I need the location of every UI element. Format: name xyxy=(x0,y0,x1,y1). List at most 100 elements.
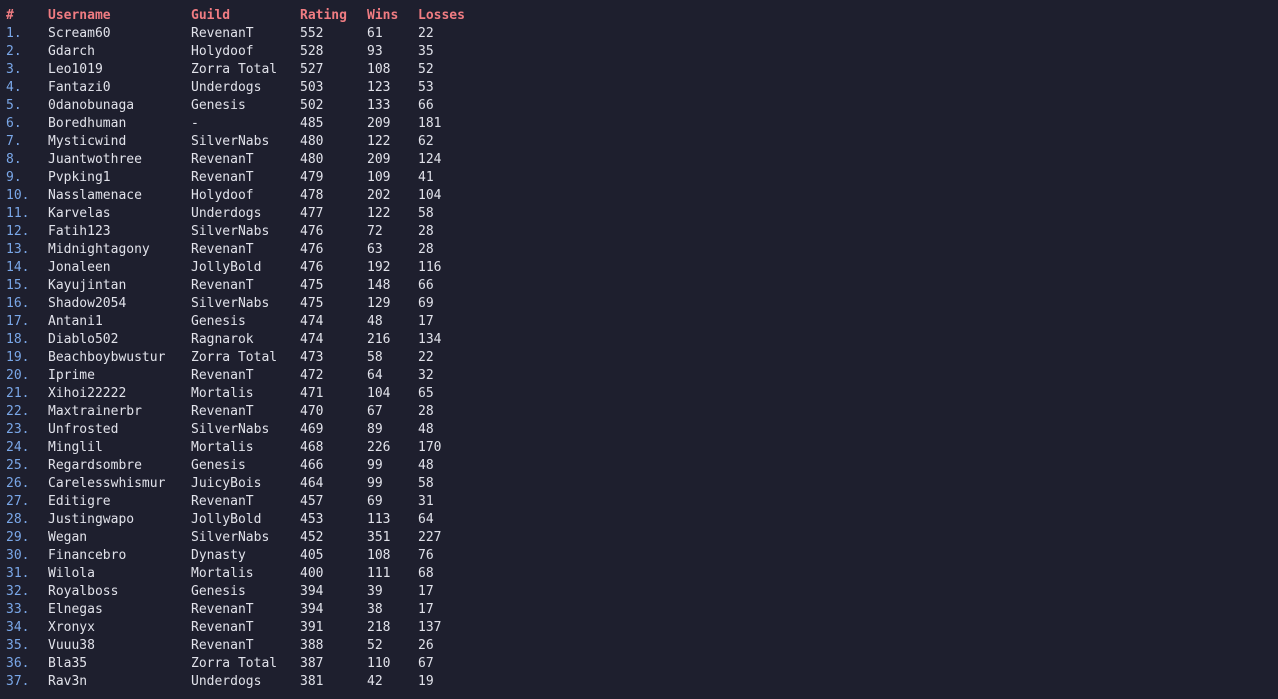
table-row: 36. Bla35 Zorra Total 387 110 67 xyxy=(6,655,478,673)
wins-cell: 42 xyxy=(367,674,383,689)
guild-cell: Mortalis xyxy=(191,440,254,455)
rating-cell: 480 xyxy=(300,152,324,167)
guild-cell: Genesis xyxy=(191,458,246,473)
losses-cell: 22 xyxy=(418,350,434,365)
wins-cell: 64 xyxy=(367,368,383,383)
username-cell: Wegan xyxy=(48,530,88,545)
rank-cell: 16. xyxy=(6,296,30,311)
username-cell: Rav3n xyxy=(48,674,88,689)
rank-cell: 12. xyxy=(6,224,30,239)
losses-cell: 26 xyxy=(418,638,434,653)
rating-cell: 552 xyxy=(300,26,324,41)
rank-cell: 17. xyxy=(6,314,30,329)
guild-cell: JollyBold xyxy=(191,260,262,275)
wins-cell: 58 xyxy=(367,350,383,365)
losses-cell: 69 xyxy=(418,296,434,311)
guild-cell: Ragnarok xyxy=(191,332,254,347)
rating-cell: 528 xyxy=(300,44,324,59)
guild-cell: Mortalis xyxy=(191,566,254,581)
header-wins: Wins xyxy=(367,8,399,23)
username-cell: Editigre xyxy=(48,494,111,509)
table-row: 20. Iprime RevenanT 472 64 32 xyxy=(6,367,478,385)
rank-cell: 21. xyxy=(6,386,30,401)
rating-cell: 457 xyxy=(300,494,324,509)
table-row: 33. Elnegas RevenanT 394 38 17 xyxy=(6,601,478,619)
username-cell: Mysticwind xyxy=(48,134,127,149)
username-cell: Antani1 xyxy=(48,314,103,329)
rank-cell: 11. xyxy=(6,206,30,221)
username-cell: Kayujintan xyxy=(48,278,127,293)
wins-cell: 209 xyxy=(367,152,391,167)
rank-cell: 8. xyxy=(6,152,22,167)
username-cell: Gdarch xyxy=(48,44,95,59)
rank-cell: 3. xyxy=(6,62,22,77)
table-row: 3. Leo1019 Zorra Total 527 108 52 xyxy=(6,61,478,79)
rating-cell: 472 xyxy=(300,368,324,383)
guild-cell: - xyxy=(191,116,199,131)
table-row: 27. Editigre RevenanT 457 69 31 xyxy=(6,493,478,511)
rank-cell: 18. xyxy=(6,332,30,347)
rating-cell: 388 xyxy=(300,638,324,653)
username-cell: Diablo502 xyxy=(48,332,119,347)
losses-cell: 181 xyxy=(418,116,442,131)
rank-cell: 6. xyxy=(6,116,22,131)
table-row: 5. 0danobunaga Genesis 502 133 66 xyxy=(6,97,478,115)
wins-cell: 226 xyxy=(367,440,391,455)
rank-cell: 24. xyxy=(6,440,30,455)
table-row: 6. Boredhuman - 485 209 181 xyxy=(6,115,478,133)
table-row: 31. Wilola Mortalis 400 111 68 xyxy=(6,565,478,583)
wins-cell: 104 xyxy=(367,386,391,401)
wins-cell: 108 xyxy=(367,548,391,563)
rank-cell: 1. xyxy=(6,26,22,41)
wins-cell: 48 xyxy=(367,314,383,329)
table-row: 10. Nasslamenace Holydoof 478 202 104 xyxy=(6,187,478,205)
wins-cell: 38 xyxy=(367,602,383,617)
losses-cell: 58 xyxy=(418,476,434,491)
table-row: 22. Maxtrainerbr RevenanT 470 67 28 xyxy=(6,403,478,421)
losses-cell: 41 xyxy=(418,170,434,185)
guild-cell: Underdogs xyxy=(191,80,262,95)
losses-cell: 53 xyxy=(418,80,434,95)
username-cell: Minglil xyxy=(48,440,103,455)
rating-cell: 476 xyxy=(300,242,324,257)
wins-cell: 148 xyxy=(367,278,391,293)
losses-cell: 17 xyxy=(418,602,434,617)
username-cell: Leo1019 xyxy=(48,62,103,77)
wins-cell: 99 xyxy=(367,458,383,473)
losses-cell: 48 xyxy=(418,422,434,437)
wins-cell: 133 xyxy=(367,98,391,113)
guild-cell: SilverNabs xyxy=(191,530,270,545)
rank-cell: 14. xyxy=(6,260,30,275)
table-row: 29. Wegan SilverNabs 452 351 227 xyxy=(6,529,478,547)
table-row: 15. Kayujintan RevenanT 475 148 66 xyxy=(6,277,478,295)
losses-cell: 31 xyxy=(418,494,434,509)
losses-cell: 28 xyxy=(418,242,434,257)
username-cell: Carelesswhismur xyxy=(48,476,166,491)
wins-cell: 209 xyxy=(367,116,391,131)
rank-cell: 33. xyxy=(6,602,30,617)
rank-cell: 30. xyxy=(6,548,30,563)
guild-cell: Holydoof xyxy=(191,188,254,203)
rank-cell: 9. xyxy=(6,170,22,185)
losses-cell: 17 xyxy=(418,314,434,329)
losses-cell: 76 xyxy=(418,548,434,563)
rating-cell: 479 xyxy=(300,170,324,185)
table-row: 19. Beachboybwustur Zorra Total 473 58 22 xyxy=(6,349,478,367)
rank-cell: 7. xyxy=(6,134,22,149)
losses-cell: 116 xyxy=(418,260,442,275)
username-cell: Regardsombre xyxy=(48,458,142,473)
wins-cell: 93 xyxy=(367,44,383,59)
rank-cell: 29. xyxy=(6,530,30,545)
wins-cell: 99 xyxy=(367,476,383,491)
header-row: # Username Guild Rating Wins Losses xyxy=(6,7,478,25)
table-row: 37. Rav3n Underdogs 381 42 19 xyxy=(6,673,478,691)
rating-cell: 453 xyxy=(300,512,324,527)
losses-cell: 28 xyxy=(418,404,434,419)
username-cell: Royalboss xyxy=(48,584,119,599)
guild-cell: JuicyBois xyxy=(191,476,262,491)
username-cell: Unfrosted xyxy=(48,422,119,437)
rank-cell: 19. xyxy=(6,350,30,365)
table-row: 4. Fantazi0 Underdogs 503 123 53 xyxy=(6,79,478,97)
table-row: 25. Regardsombre Genesis 466 99 48 xyxy=(6,457,478,475)
table-row: 23. Unfrosted SilverNabs 469 89 48 xyxy=(6,421,478,439)
